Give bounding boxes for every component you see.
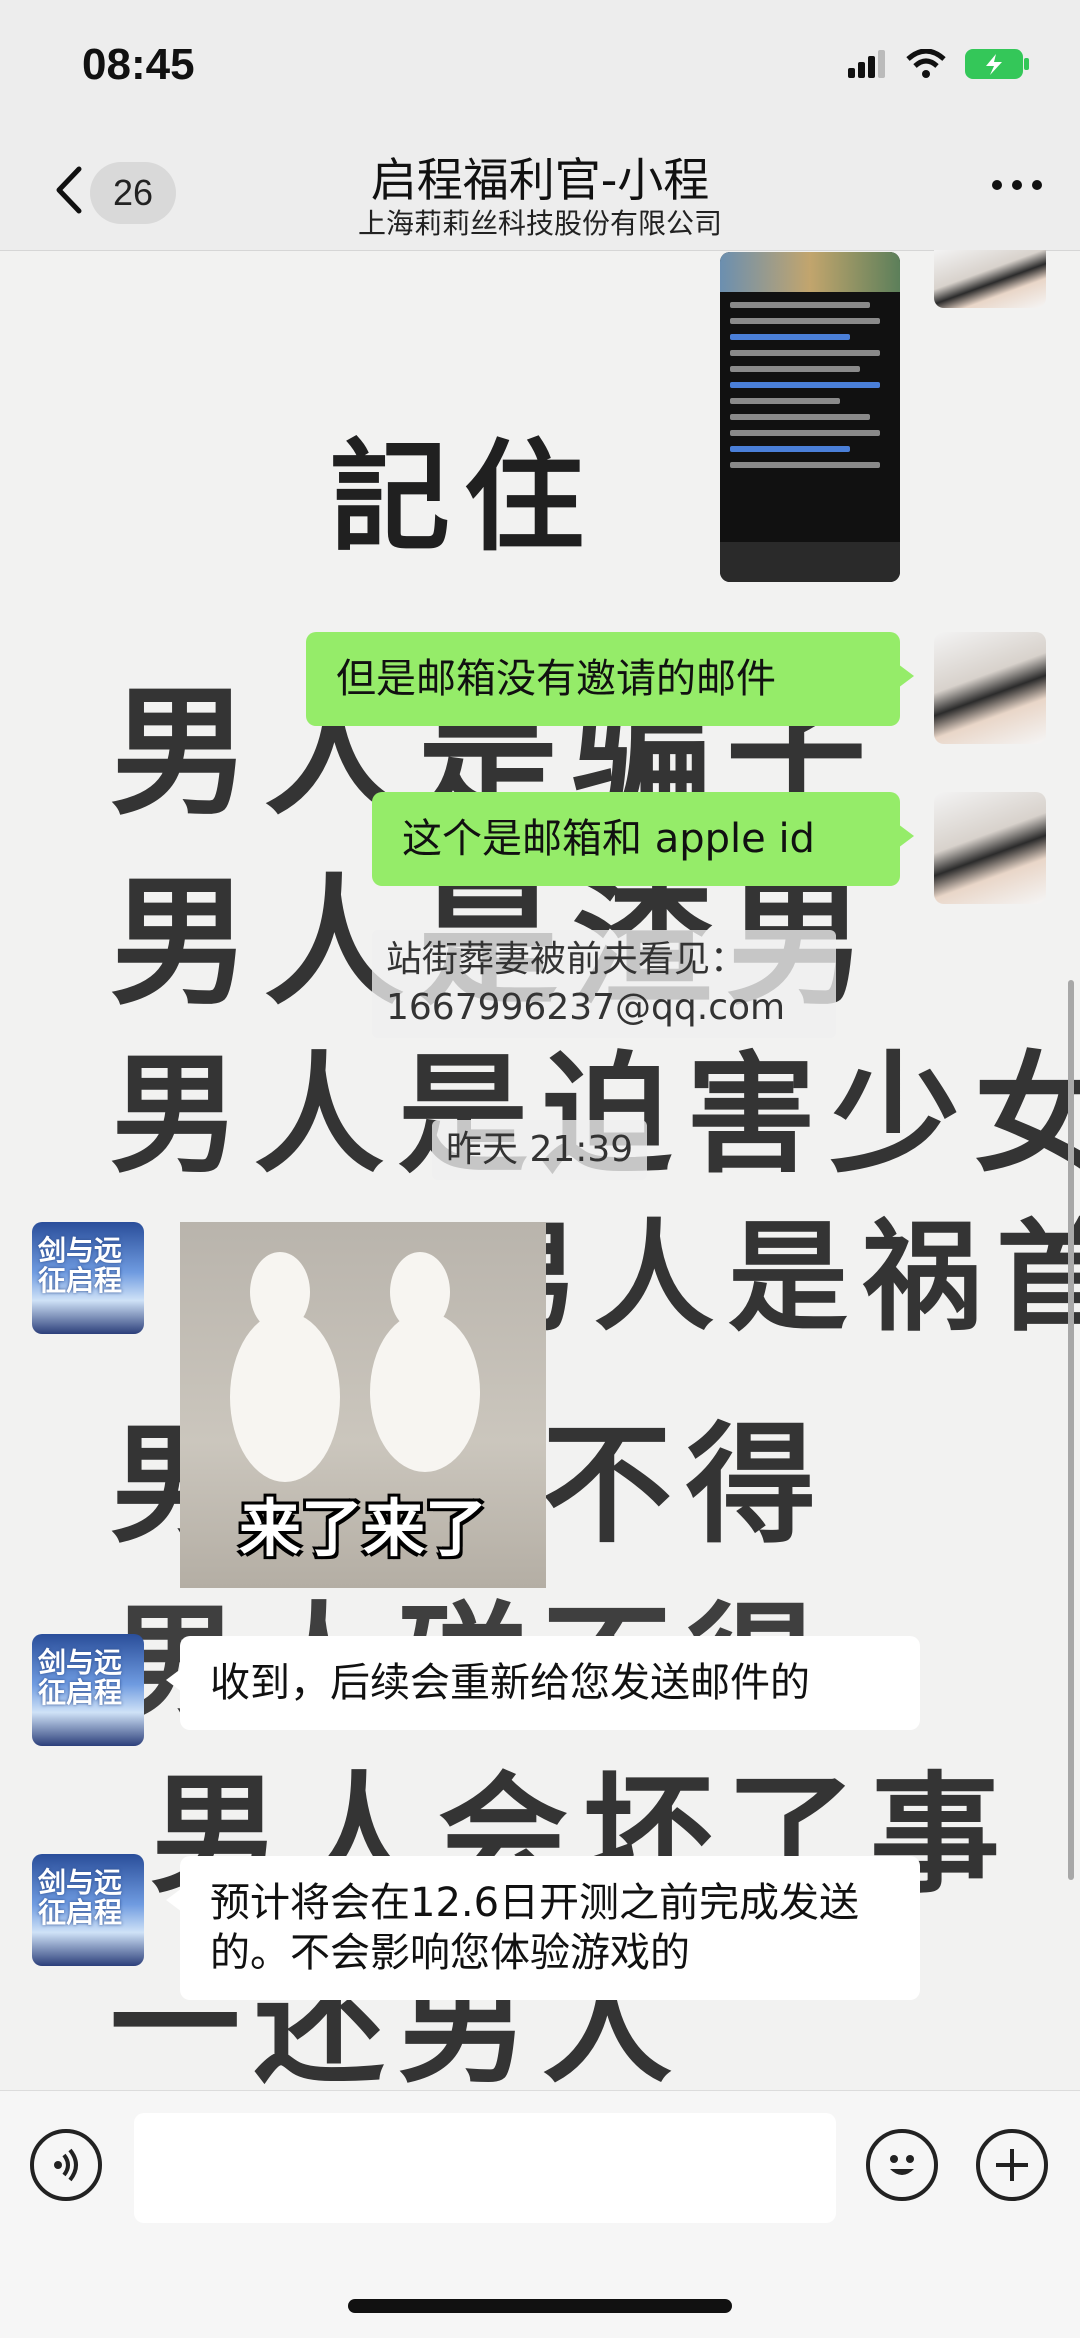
chat-header: 26 启程福利官-小程 上海莉莉丝科技股份有限公司 — [0, 140, 1080, 251]
avatar[interactable] — [934, 792, 1046, 904]
quoted-text: 站街葬妻被前夫看见： 1667996237@qq.com — [372, 930, 836, 1038]
image-message-screenshot[interactable] — [720, 252, 900, 582]
home-indicator — [348, 2299, 732, 2313]
avatar[interactable] — [934, 632, 1046, 744]
emoji-button[interactable] — [866, 2129, 938, 2201]
wallpaper-line: 男人是祸首 — [460, 1207, 1080, 1348]
status-time: 08:45 — [82, 40, 195, 89]
wallpaper-line: 記住 — [330, 427, 598, 568]
more-icon[interactable] — [992, 180, 1042, 190]
sticker-message[interactable]: 来了来了 — [180, 1222, 546, 1588]
avatar[interactable]: 剑与远征启程 — [32, 1222, 144, 1334]
quoted-text-line: 站街葬妻被前夫看见： — [386, 939, 747, 980]
message-bubble-incoming[interactable]: 预计将会在12.6日开测之前完成发送的。不会影响您体验游戏的 — [166, 1856, 920, 2000]
wifi-icon — [906, 49, 946, 78]
avatar-game-title: 剑与远征启程 — [38, 1234, 123, 1297]
message-bubble-incoming[interactable]: 收到，后续会重新给您发送邮件的 — [166, 1636, 920, 1730]
message-bubble-outgoing[interactable]: 这个是邮箱和 apple id — [372, 792, 914, 886]
plus-icon — [996, 2149, 1028, 2181]
battery-icon — [965, 49, 1029, 79]
emoji-icon — [890, 2155, 914, 2175]
avatar[interactable]: 剑与远征启程 — [32, 1634, 144, 1746]
status-icons — [848, 48, 1030, 80]
sticker-caption: 来了来了 — [238, 1492, 487, 1565]
status-bar: 08:45 — [0, 0, 1080, 140]
scrollbar[interactable] — [1068, 980, 1074, 1880]
avatar[interactable] — [934, 250, 1046, 308]
message-input[interactable] — [134, 2113, 836, 2223]
avatar-game-title: 剑与远征启程 — [38, 1866, 123, 1929]
voice-button[interactable] — [30, 2129, 102, 2201]
chat-subtitle: 上海莉莉丝科技股份有限公司 — [357, 207, 722, 240]
avatar[interactable]: 剑与远征启程 — [32, 1854, 144, 1966]
message-timestamp: 昨天 21:39 — [432, 1120, 648, 1180]
chat-title: 启程福利官-小程 — [370, 153, 710, 207]
signal-icon — [848, 50, 885, 78]
plus-button[interactable] — [976, 2129, 1048, 2201]
avatar-game-title: 剑与远征启程 — [38, 1646, 123, 1709]
voice-icon — [54, 2148, 78, 2182]
message-bubble-outgoing[interactable]: 但是邮箱没有邀请的邮件 — [306, 632, 914, 726]
quoted-text-line: 1667996237@qq.com — [386, 987, 786, 1028]
